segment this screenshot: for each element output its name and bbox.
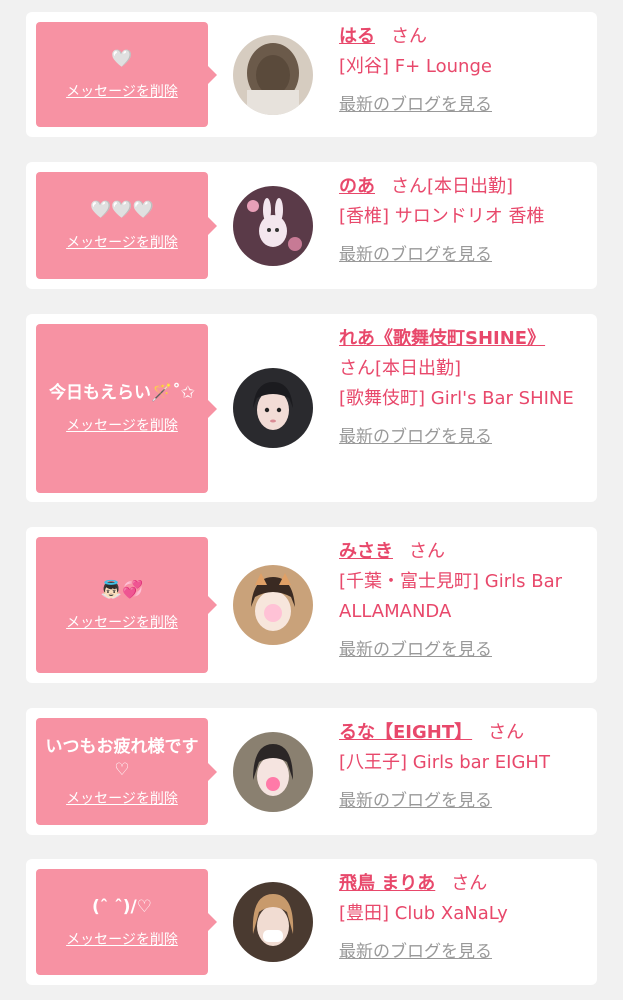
latest-blog-link[interactable]: 最新のブログを見る [339,635,492,665]
cast-name-link[interactable]: みさき [339,541,393,562]
status-badge: [本日出勤] [427,176,514,197]
honorific: さん [391,176,427,197]
delete-message-link[interactable]: メッセージを削除 [66,232,178,252]
avatar[interactable] [233,565,313,645]
avatar[interactable] [233,35,313,115]
latest-blog-link[interactable]: 最新のブログを見る [339,786,492,816]
shop-name: [香椎] サロンドリオ 香椎 [339,206,545,227]
latest-blog-link[interactable]: 最新のブログを見る [339,90,492,120]
delete-message-link[interactable]: メッセージを削除 [66,612,178,632]
profile-info: れあ《歌舞伎町SHINE》 さん[本日出勤] [歌舞伎町] Girl's Bar… [339,324,589,452]
message-card: 🤍 メッセージを削除 はる さん [刈谷] F+ Lounge 最新のブログを見る [26,12,597,137]
avatar[interactable] [233,186,313,266]
profile-info: るな【EIGHT】 さん [八王子] Girls bar EIGHT 最新のブログ… [339,718,589,816]
shop-name: [千葉・富士見町] Girls Bar ALLAMANDA [339,571,562,622]
shop-name: [八王子] Girls bar EIGHT [339,752,550,773]
honorific: さん [488,722,525,743]
message-bubble: 🤍🤍🤍 メッセージを削除 [36,172,217,279]
avatar[interactable] [233,882,313,962]
profile-info: みさき さん [千葉・富士見町] Girls Bar ALLAMANDA 最新のブ… [339,537,589,665]
honorific: さん [339,358,375,379]
cast-name-link[interactable]: はる [339,26,375,47]
message-card: いつもお疲れ様です♡ メッセージを削除 るな【EIGHT】 さん [八王子] Gi… [26,708,597,835]
latest-blog-link[interactable]: 最新のブログを見る [339,240,492,270]
message-bubble: 今日もえらい🪄˚✩ メッセージを削除 [36,324,217,493]
profile-info: 飛鳥 まりあ さん [豊田] Club XaNaLy 最新のブログを見る [339,869,589,967]
avatar[interactable] [233,368,313,448]
honorific: さん [451,873,488,894]
latest-blog-link[interactable]: 最新のブログを見る [339,422,492,452]
message-card: (ˆ ˆ)/♡ メッセージを削除 飛鳥 まりあ さん [豊田] Club XaNa… [26,859,597,985]
cast-name-link[interactable]: のあ [339,176,375,197]
delete-message-link[interactable]: メッセージを削除 [66,81,178,101]
profile-info: のあ さん[本日出勤] [香椎] サロンドリオ 香椎 最新のブログを見る [339,172,589,270]
message-text: 🤍 [111,49,133,69]
profile-info: はる さん [刈谷] F+ Lounge 最新のブログを見る [339,22,589,120]
honorific: さん [409,541,445,562]
status-badge: [本日出勤] [375,358,462,379]
latest-blog-link[interactable]: 最新のブログを見る [339,937,492,967]
honorific: さん [391,26,427,47]
message-card: 🤍🤍🤍 メッセージを削除 のあ さん[本日出勤] [香椎] サロンドリオ 香椎 最… [26,162,597,289]
shop-name: [刈谷] F+ Lounge [339,56,492,77]
message-text: (ˆ ˆ)/♡ [92,896,152,917]
message-card: 今日もえらい🪄˚✩ メッセージを削除 れあ《歌舞伎町SHINE》 さん[本日出勤… [26,314,597,502]
cast-name-link[interactable]: れあ《歌舞伎町SHINE》 [339,328,545,349]
shop-name: [歌舞伎町] Girl's Bar SHINE [339,388,574,409]
message-bubble: (ˆ ˆ)/♡ メッセージを削除 [36,869,217,975]
message-bubble: 🤍 メッセージを削除 [36,22,217,127]
cast-name-link[interactable]: るな【EIGHT】 [339,722,472,743]
avatar[interactable] [233,732,313,812]
delete-message-link[interactable]: メッセージを削除 [66,415,178,435]
cast-name-link[interactable]: 飛鳥 まりあ [339,873,435,894]
message-bubble: いつもお疲れ様です♡ メッセージを削除 [36,718,217,825]
delete-message-link[interactable]: メッセージを削除 [66,929,178,949]
shop-name: [豊田] Club XaNaLy [339,903,508,924]
delete-message-link[interactable]: メッセージを削除 [66,788,178,808]
message-text: 今日もえらい🪄˚✩ [49,383,195,403]
message-card: 👼🏻💞 メッセージを削除 みさき さん [千葉・富士見町] Girls Bar A… [26,527,597,683]
message-text: 🤍🤍🤍 [90,200,154,220]
message-text: 👼🏻💞 [100,579,144,600]
message-bubble: 👼🏻💞 メッセージを削除 [36,537,217,673]
message-text: いつもお疲れ様です♡ [45,736,199,780]
